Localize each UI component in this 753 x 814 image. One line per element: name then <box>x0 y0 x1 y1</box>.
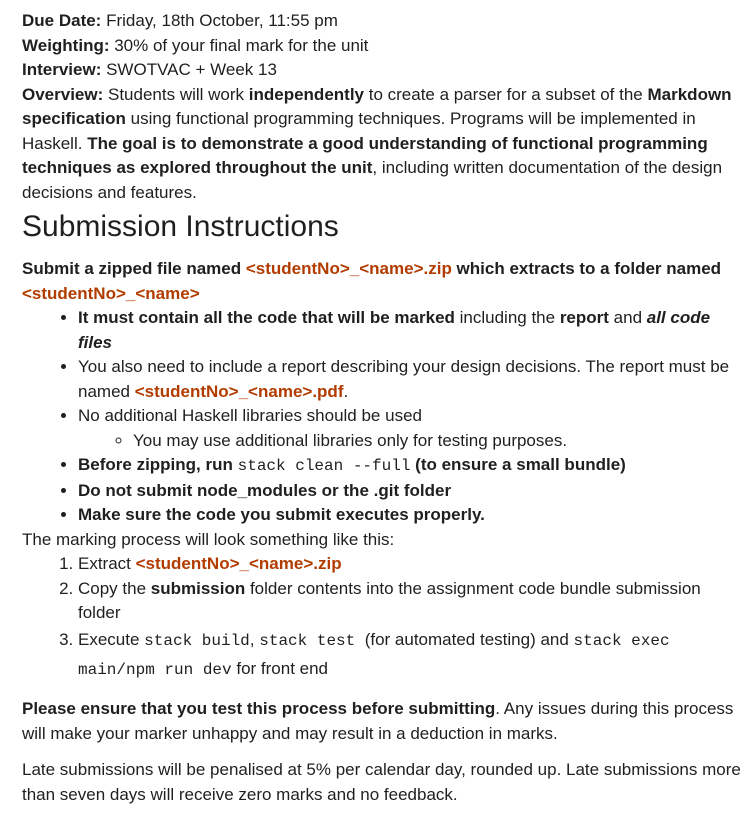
submission-intro-text: which extracts to a folder named <box>451 259 722 278</box>
testing-paragraph: Please ensure that you test this process… <box>22 696 742 746</box>
marking-process-list: Extract <studentNo>_<name>.zip Copy the … <box>22 552 742 684</box>
requirement-emphasis: It must contain all the code that will b… <box>78 308 455 327</box>
overview-paragraph: Overview: Students will work independent… <box>22 83 742 206</box>
requirement-emphasis: Make sure the code you submit executes p… <box>78 505 485 524</box>
step-text: Copy the <box>78 578 151 598</box>
interview-line: Interview: SWOTVAC + Week 13 <box>22 58 742 83</box>
list-item: No additional Haskell libraries should b… <box>78 404 742 453</box>
interview-value: SWOTVAC + Week 13 <box>101 60 277 79</box>
list-item: You also need to include a report descri… <box>78 355 742 404</box>
due-date-value: Friday, 18th October, 11:55 pm <box>101 11 338 30</box>
assignment-document: Due Date: Friday, 18th October, 11:55 pm… <box>0 0 742 807</box>
requirement-text: and <box>608 308 647 327</box>
overview-label: Overview: <box>22 84 104 104</box>
command-code: stack clean --full <box>237 457 411 475</box>
requirement-emphasis: Do not submit node_modules or the .git f… <box>78 480 452 500</box>
requirement-text: including the <box>454 308 560 327</box>
requirement-text: . <box>343 381 349 401</box>
weighting-value: 30% of your final mark for the unit <box>109 35 369 55</box>
list-item: Make sure the code you submit executes p… <box>78 503 742 528</box>
zip-filename: <studentNo>_<name>.zip <box>245 259 452 278</box>
list-item: Extract <studentNo>_<name>.zip <box>78 552 742 577</box>
list-item: It must contain all the code that will b… <box>78 306 742 355</box>
weighting-line: Weighting: 30% of your final mark for th… <box>22 34 742 59</box>
step-emphasis: submission <box>150 578 246 598</box>
submission-heading: Submission Instructions <box>22 210 339 243</box>
folder-name: <studentNo>_<name> <box>22 283 200 303</box>
command-code: stack build <box>144 631 250 650</box>
zip-filename: <studentNo>_<name>.zip <box>135 554 342 573</box>
due-date-line: Due Date: Friday, 18th October, 11:55 pm <box>22 9 742 34</box>
overview-emphasis: independently <box>248 84 364 104</box>
sub-list-item: You may use additional libraries only fo… <box>133 429 742 454</box>
overview-text: to create a parser for a subset of the <box>364 84 648 104</box>
step-text: Execute <box>78 629 145 649</box>
submission-intro-text: Submit a zipped file named <box>22 259 246 278</box>
process-intro: The marking process will look something … <box>22 529 395 549</box>
list-item: Before zipping, run stack clean --full (… <box>78 453 742 479</box>
step-text: (for automated testing) and <box>355 629 574 649</box>
requirement-text: No additional Haskell libraries should b… <box>78 406 422 425</box>
submission-intro: Submit a zipped file named <studentNo>_<… <box>22 257 742 306</box>
submission-requirements-list: It must contain all the code that will b… <box>22 306 742 528</box>
command-code: stack test <box>259 631 356 650</box>
list-item: Copy the submission folder contents into… <box>78 577 742 626</box>
requirement-emphasis: (to ensure a small bundle) <box>410 455 626 474</box>
overview-text: Students will work <box>103 84 249 104</box>
requirement-emphasis: Before zipping, run <box>78 455 238 474</box>
sub-list: You may use additional libraries only fo… <box>78 429 742 454</box>
requirement-emphasis: report <box>559 308 609 327</box>
testing-emphasis: Please ensure that you test this process… <box>22 698 496 718</box>
interview-label: Interview: <box>22 60 102 79</box>
list-item: Execute stack build, stack test (for aut… <box>78 626 742 684</box>
due-date-label: Due Date: <box>22 11 102 30</box>
report-filename: <studentNo>_<name>.pdf <box>134 381 344 401</box>
list-item: Do not submit node_modules or the .git f… <box>78 479 742 504</box>
late-submission-paragraph: Late submissions will be penalised at 5%… <box>22 759 741 804</box>
step-text: , <box>249 629 260 649</box>
step-text: for front end <box>231 658 329 678</box>
weighting-label: Weighting: <box>22 35 110 55</box>
step-text: Extract <box>78 554 136 573</box>
